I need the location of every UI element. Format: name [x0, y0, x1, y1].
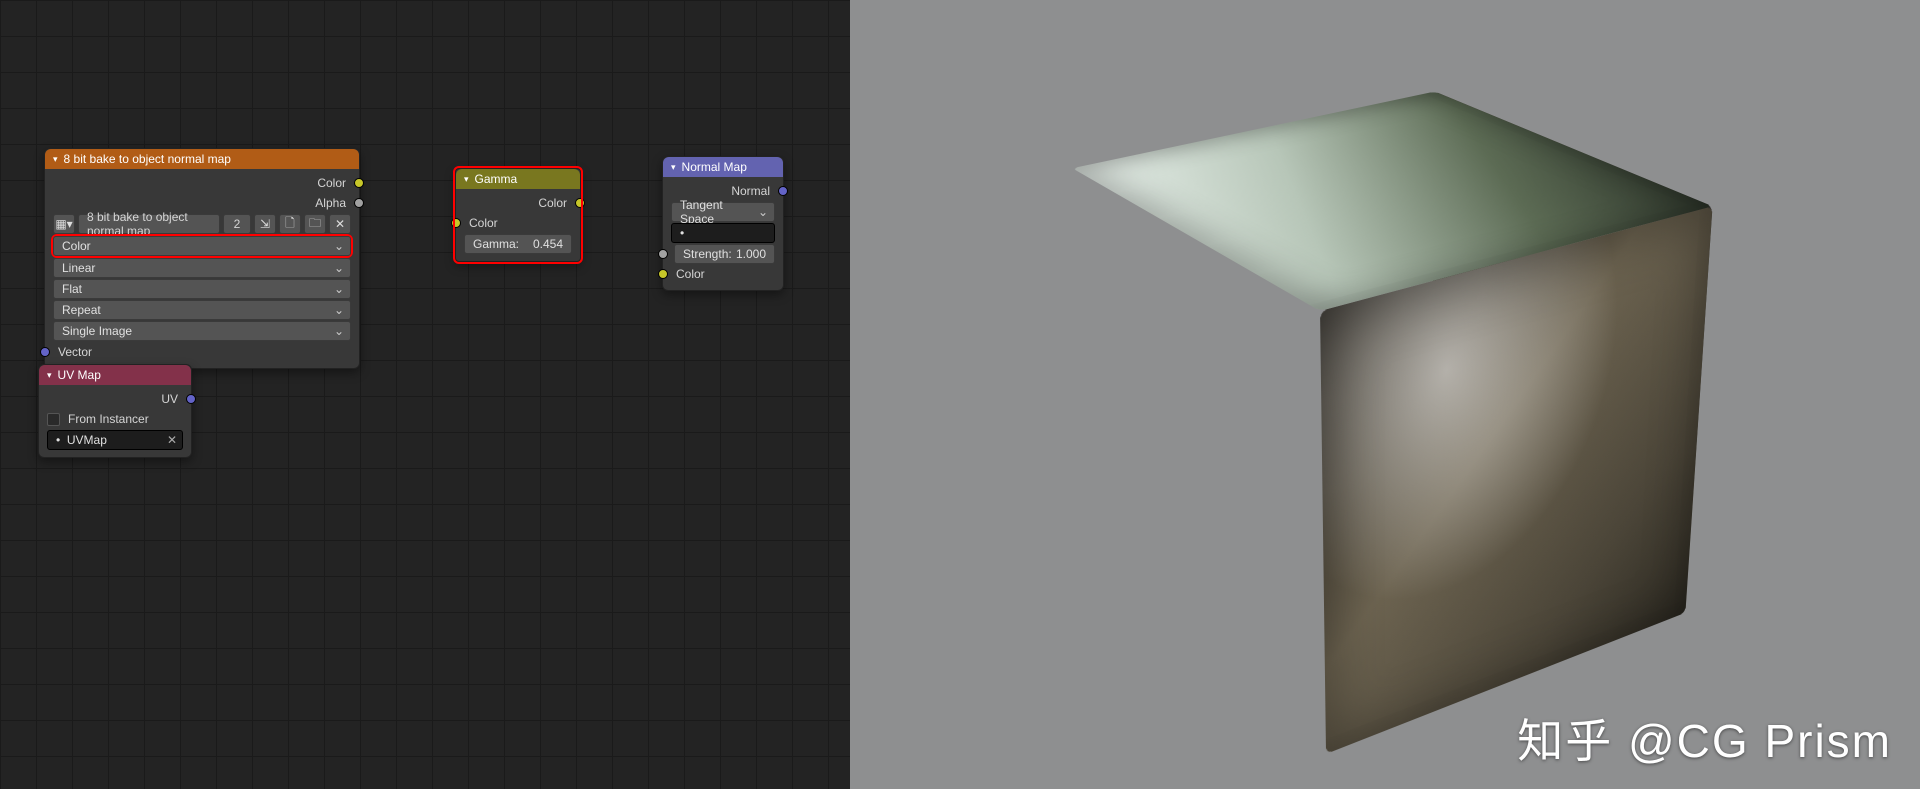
title-text: 8 bit bake to object normal map — [64, 152, 231, 166]
uvmap-chip[interactable]: • UVMap ✕ — [47, 430, 183, 450]
node-editor[interactable]: ▾ 8 bit bake to object normal map Color … — [0, 0, 850, 789]
in-color-label: Color — [674, 267, 707, 281]
in-vector-label: Vector — [56, 345, 94, 359]
title-text: UV Map — [58, 368, 101, 382]
node-title[interactable]: ▾ UV Map — [39, 365, 191, 385]
out-alpha-label: Alpha — [313, 196, 348, 210]
gamma-label: Gamma: — [473, 237, 519, 251]
gamma-value: 0.454 — [533, 237, 563, 251]
node-links — [0, 0, 300, 150]
normal-map-node[interactable]: ▾ Normal Map Normal Tangent Space • Stre… — [662, 156, 784, 291]
uv-map-node[interactable]: ▾ UV Map UV From Instancer • UVMap ✕ — [38, 364, 192, 458]
title-text: Gamma — [475, 172, 518, 186]
from-instancer-checkbox[interactable] — [47, 413, 60, 426]
node-title[interactable]: ▾ Gamma — [456, 169, 580, 189]
out-normal-socket[interactable] — [778, 186, 788, 196]
collapse-icon[interactable]: ▾ — [47, 370, 52, 381]
projection-select[interactable]: Flat — [53, 279, 351, 299]
image-name-field[interactable]: 8 bit bake to object normal map — [78, 214, 220, 234]
preview-cube — [1165, 175, 1605, 615]
unlink-image-icon[interactable]: ✕ — [329, 214, 351, 234]
image-users-count[interactable]: 2 — [223, 214, 251, 234]
in-color-socket[interactable] — [451, 218, 461, 228]
new-image-icon[interactable]: 🗋 — [279, 214, 301, 234]
colorspace-select[interactable]: Color — [53, 236, 351, 256]
render-preview: 知乎 @CG Prism — [850, 0, 1920, 789]
in-color-label: Color — [467, 216, 500, 230]
out-uv-socket[interactable] — [186, 394, 196, 404]
collapse-icon[interactable]: ▾ — [464, 174, 469, 185]
out-uv-label: UV — [159, 392, 180, 406]
from-instancer-label: From Instancer — [66, 412, 151, 426]
watermark: 知乎 @CG Prism — [1517, 705, 1892, 771]
uvmap-chip[interactable]: • — [671, 223, 775, 243]
image-datablock-bar: ▦▾ 8 bit bake to object normal map 2 ⇲ 🗋… — [53, 214, 351, 234]
strength-field[interactable]: Strength: 1.000 — [674, 244, 775, 264]
out-color-label: Color — [536, 196, 569, 210]
source-select[interactable]: Single Image — [53, 321, 351, 341]
out-normal-label: Normal — [729, 184, 772, 198]
collapse-icon[interactable]: ▾ — [53, 154, 58, 165]
extension-select[interactable]: Repeat — [53, 300, 351, 320]
strength-label: Strength: — [683, 247, 732, 261]
image-browse-icon[interactable]: ▦▾ — [53, 214, 75, 234]
out-color-socket[interactable] — [354, 178, 364, 188]
image-texture-node[interactable]: ▾ 8 bit bake to object normal map Color … — [44, 148, 360, 369]
space-select[interactable]: Tangent Space — [671, 202, 775, 222]
in-strength-socket[interactable] — [658, 249, 668, 259]
gamma-node[interactable]: ▾ Gamma Color Color Gamma: 0.454 — [455, 168, 581, 262]
out-color-label: Color — [315, 176, 348, 190]
uvmap-label: • — [56, 433, 67, 447]
strength-value: 1.000 — [736, 247, 766, 261]
out-color-socket[interactable] — [575, 198, 585, 208]
linked-icon[interactable]: ⇲ — [254, 214, 276, 234]
in-color-socket[interactable] — [658, 269, 668, 279]
uvmap-clear-icon[interactable]: ✕ — [167, 433, 177, 447]
node-title[interactable]: ▾ 8 bit bake to object normal map — [45, 149, 359, 169]
node-title[interactable]: ▾ Normal Map — [663, 157, 783, 177]
open-image-icon[interactable]: 🗀 — [304, 214, 326, 234]
out-alpha-socket[interactable] — [354, 198, 364, 208]
collapse-icon[interactable]: ▾ — [671, 162, 676, 173]
title-text: Normal Map — [682, 160, 747, 174]
in-vector-socket[interactable] — [40, 347, 50, 357]
interpolation-select[interactable]: Linear — [53, 258, 351, 278]
gamma-value-field[interactable]: Gamma: 0.454 — [464, 234, 572, 254]
